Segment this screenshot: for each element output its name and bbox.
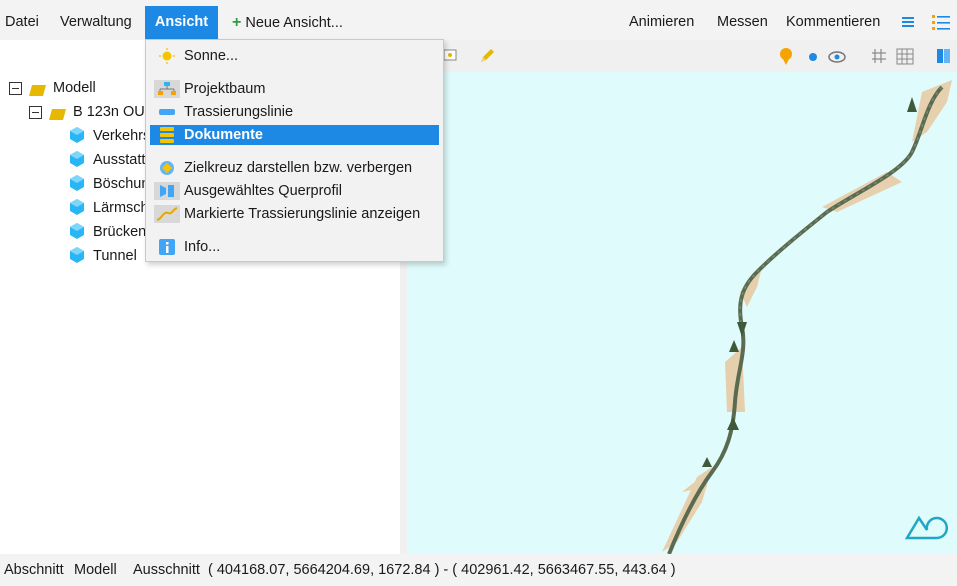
alignment-line-icon	[159, 109, 175, 115]
menubar: Datei Verwaltung Ansicht + Neue Ansicht..…	[0, 0, 957, 40]
screenshot-icon[interactable]	[441, 46, 461, 66]
project-tree-icon	[154, 80, 180, 98]
tree-item-laermsch[interactable]: Lärmsch	[93, 198, 149, 218]
list-view-icon[interactable]	[902, 16, 914, 28]
tree-item-tunnel[interactable]: Tunnel	[93, 246, 137, 266]
grid-large-icon[interactable]	[895, 46, 915, 66]
view-toolbar	[407, 40, 957, 72]
road-alignment-view	[662, 80, 952, 554]
menu-item-label: Projektbaum	[184, 81, 266, 97]
menu-item-label: Ausgewähltes Querprofil	[184, 183, 342, 199]
cube-icon	[70, 199, 84, 215]
statusbar: Abschnitt Modell Ausschnitt ( 404168.07,…	[0, 554, 957, 586]
menu-item-markierte-trassierungslinie[interactable]: Markierte Trassierungslinie anzeigen	[150, 204, 439, 224]
tree-item-verkehrs[interactable]: Verkehrs	[93, 126, 150, 146]
cube-icon	[70, 247, 84, 263]
menu-neue-ansicht[interactable]: + Neue Ansicht...	[232, 6, 343, 39]
tree-item-ausstatt[interactable]: Ausstatt	[93, 150, 145, 170]
menu-neue-ansicht-label: Neue Ansicht...	[245, 15, 343, 31]
status-ausschnitt-value: ( 404168.07, 5664204.69, 1672.84 ) - ( 4…	[208, 562, 676, 578]
tree-item-bruecken[interactable]: Brücken	[93, 222, 146, 242]
panel-toggle-icon[interactable]	[933, 46, 953, 66]
collapse-project-toggle[interactable]	[29, 106, 42, 119]
menu-ansicht[interactable]: Ansicht	[145, 6, 218, 39]
sun-icon	[159, 48, 175, 64]
bullet-list-icon[interactable]	[932, 13, 950, 31]
cube-icon	[70, 223, 84, 239]
cloud-logo-icon	[904, 515, 949, 540]
pencil-icon[interactable]	[477, 46, 497, 66]
folder-icon	[29, 85, 46, 96]
menu-item-label: Trassierungslinie	[184, 104, 294, 120]
menu-item-label: Info...	[184, 239, 221, 255]
status-ausschnitt-label: Ausschnitt	[133, 562, 200, 578]
menu-item-projektbaum[interactable]: Projektbaum	[150, 79, 439, 99]
crosshair-icon	[160, 161, 174, 175]
ansicht-dropdown-menu: Sonne... Projektbaum Trassierungslinie D…	[145, 39, 444, 262]
tree-item-project[interactable]: B 123n OU	[73, 102, 145, 122]
menu-item-label: Markierte Trassierungslinie anzeigen	[184, 206, 421, 222]
3d-viewport[interactable]	[407, 72, 957, 554]
menu-item-querprofil[interactable]: Ausgewähltes Querprofil	[150, 181, 439, 201]
collapse-modell-toggle[interactable]	[9, 82, 22, 95]
location-pin-icon[interactable]	[776, 46, 796, 66]
documents-icon	[160, 127, 174, 143]
status-abschnitt-label: Abschnitt	[4, 562, 64, 578]
menu-item-zielkreuz[interactable]: Zielkreuz darstellen bzw. verbergen	[150, 158, 439, 178]
menu-item-label: Zielkreuz darstellen bzw. verbergen	[184, 160, 413, 176]
menu-item-dokumente[interactable]: Dokumente	[150, 125, 439, 145]
tree-item-boeschung[interactable]: Böschun	[93, 174, 149, 194]
menu-item-info[interactable]: Info...	[150, 237, 439, 257]
road-centerline	[667, 85, 944, 554]
menu-item-trassierungslinie[interactable]: Trassierungslinie	[150, 102, 439, 122]
menu-messen[interactable]: Messen	[717, 6, 768, 39]
marked-alignment-icon	[154, 205, 180, 223]
info-icon	[159, 239, 175, 255]
cube-icon	[70, 127, 84, 143]
status-abschnitt-value: Modell	[74, 562, 117, 578]
cube-icon	[70, 151, 84, 167]
menu-item-label: Dokumente	[184, 127, 263, 143]
cross-section-icon	[154, 182, 180, 200]
menu-verwaltung[interactable]: Verwaltung	[60, 6, 132, 39]
menu-item-sonne[interactable]: Sonne...	[150, 46, 439, 66]
menu-animieren[interactable]: Animieren	[629, 6, 694, 39]
tree-item-modell[interactable]: Modell	[53, 78, 96, 98]
menu-item-label: Sonne...	[184, 48, 239, 64]
dot-icon[interactable]	[803, 46, 823, 66]
plus-icon: +	[232, 14, 242, 31]
grid-small-icon[interactable]	[869, 46, 889, 66]
eye-icon[interactable]	[827, 46, 847, 66]
menu-kommentieren[interactable]: Kommentieren	[786, 6, 880, 39]
cube-icon	[70, 175, 84, 191]
menu-datei[interactable]: Datei	[5, 6, 39, 39]
folder-icon	[49, 109, 66, 120]
